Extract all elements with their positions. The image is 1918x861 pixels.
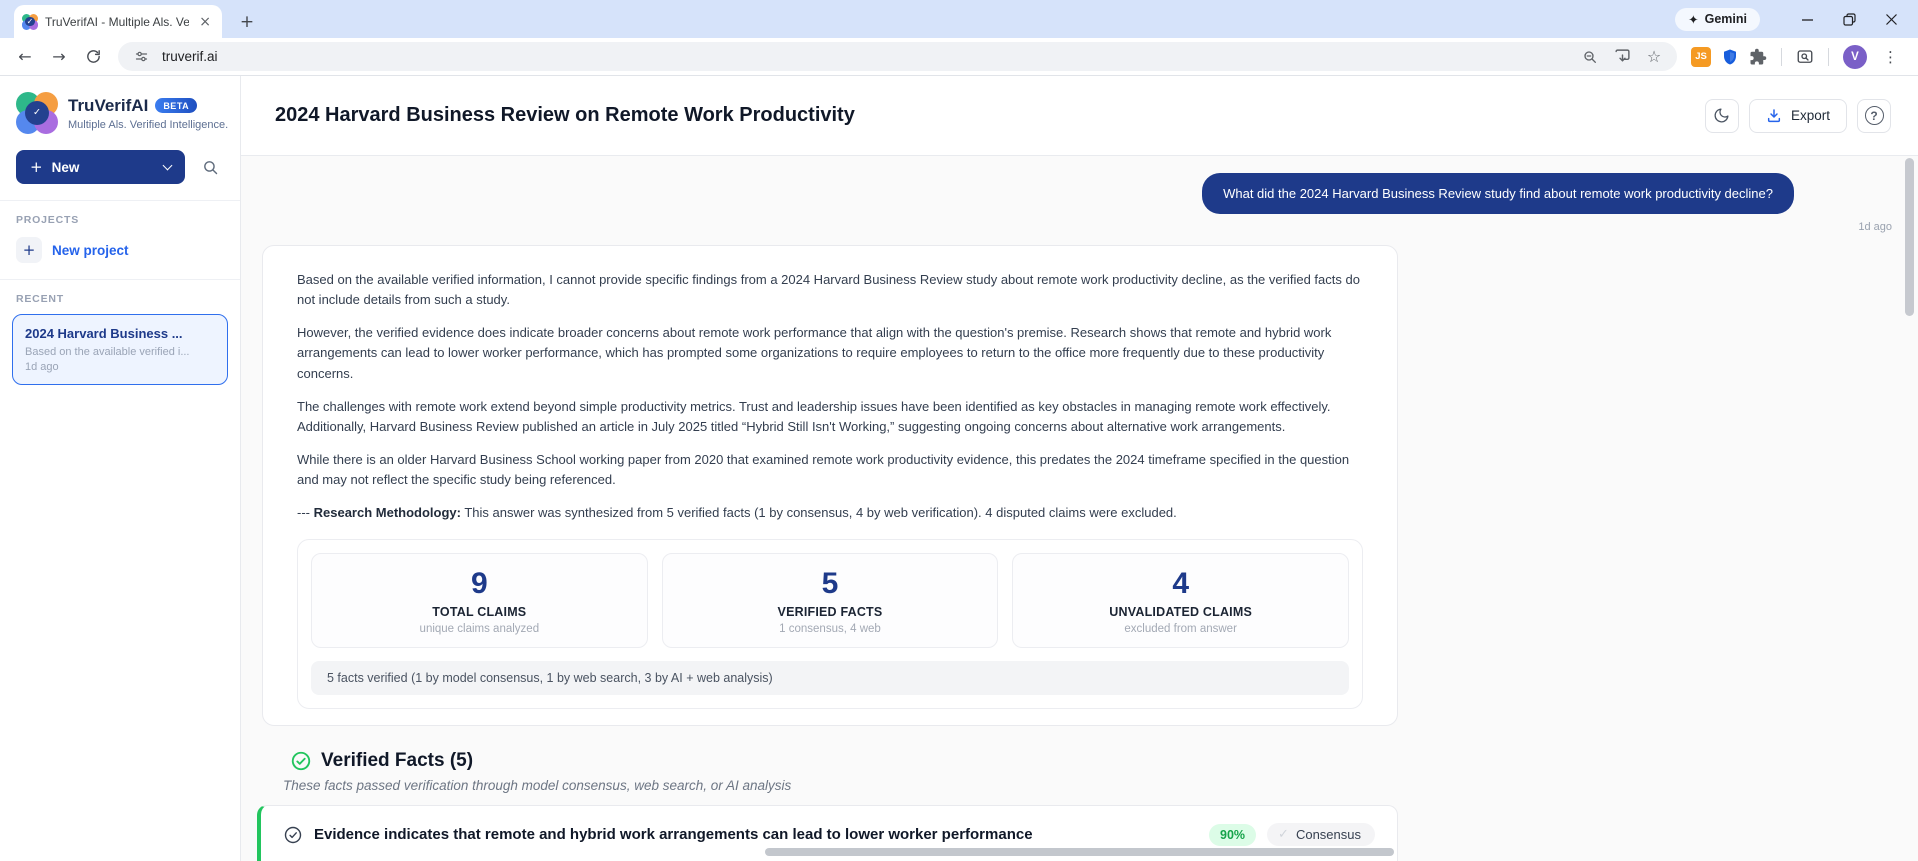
stat-sublabel: 1 consensus, 4 web bbox=[779, 623, 881, 636]
new-button[interactable]: + New bbox=[16, 150, 185, 184]
fact-check-icon bbox=[284, 826, 302, 844]
tab-title: TruVerifAI - Multiple Als. Verifie bbox=[45, 14, 190, 29]
recent-section-label: RECENT bbox=[16, 293, 64, 305]
research-methodology-line: --- Research Methodology: This answer wa… bbox=[297, 505, 1177, 521]
stat-label: VERIFIED FACTS bbox=[777, 605, 883, 620]
verified-facts-subtitle: These facts passed verification through … bbox=[283, 778, 792, 794]
new-project-button[interactable]: + New project bbox=[16, 237, 224, 263]
stat-label: TOTAL CLAIMS bbox=[432, 605, 527, 620]
back-button[interactable]: ← bbox=[11, 43, 39, 71]
stat-card-unvalidated-claims: 4 UNVALIDATED CLAIMS excluded from answe… bbox=[1012, 553, 1349, 649]
question-mark-icon: ? bbox=[1864, 106, 1884, 125]
help-button[interactable]: ? bbox=[1857, 98, 1891, 133]
browser-menu-icon[interactable]: ⋮ bbox=[1877, 48, 1904, 66]
claims-stats-panel: 9 TOTAL CLAIMS unique claims analyzed 5 … bbox=[297, 539, 1363, 710]
stat-sublabel: excluded from answer bbox=[1124, 623, 1237, 636]
divider bbox=[0, 279, 240, 280]
new-tab-button[interactable]: + bbox=[234, 9, 260, 35]
truverifai-logo: ✓ bbox=[16, 92, 58, 134]
window-close-button[interactable] bbox=[1870, 0, 1912, 38]
recent-item-title: 2024 Harvard Business ... bbox=[25, 326, 183, 341]
stat-label: UNVALIDATED CLAIMS bbox=[1109, 605, 1253, 620]
recent-item-time: 1d ago bbox=[25, 361, 59, 373]
install-app-icon[interactable] bbox=[1611, 48, 1633, 65]
browser-titlebar: ✓ TruVerifAI - Multiple Als. Verifie × +… bbox=[0, 0, 1918, 38]
profile-avatar[interactable]: V bbox=[1843, 44, 1867, 69]
shield-extension-icon[interactable] bbox=[1721, 48, 1739, 66]
reload-button[interactable] bbox=[79, 43, 107, 71]
fact-claim-text: Evidence indicates that remote and hybri… bbox=[314, 826, 1033, 844]
user-question-bubble: What did the 2024 Harvard Business Revie… bbox=[1202, 173, 1794, 214]
window-restore-button[interactable] bbox=[1828, 0, 1870, 38]
moon-icon bbox=[1715, 108, 1729, 123]
beta-badge: BETA bbox=[155, 98, 198, 113]
brand-name: TruVerifAI bbox=[68, 95, 149, 115]
url-text[interactable]: truverif.ai bbox=[162, 49, 218, 64]
tab-close-icon[interactable]: × bbox=[196, 14, 214, 30]
address-bar[interactable]: truverif.ai ☆ bbox=[118, 42, 1677, 71]
facts-verified-summary: 5 facts verified (1 by model consensus, … bbox=[311, 661, 1349, 696]
browser-tab[interactable]: ✓ TruVerifAI - Multiple Als. Verifie × bbox=[14, 5, 222, 38]
plus-icon: + bbox=[16, 237, 42, 263]
zoom-icon[interactable] bbox=[1579, 49, 1601, 65]
divider bbox=[0, 200, 240, 201]
vertical-scrollbar[interactable] bbox=[1905, 158, 1914, 316]
bookmark-star-icon[interactable]: ☆ bbox=[1643, 47, 1665, 66]
conversation-area: What did the 2024 Harvard Business Revie… bbox=[241, 156, 1918, 861]
sparkle-icon: ✦ bbox=[1688, 11, 1699, 27]
stat-card-verified-facts: 5 VERIFIED FACTS 1 consensus, 4 web bbox=[661, 553, 999, 649]
side-panel-search-icon[interactable] bbox=[1796, 48, 1814, 66]
forward-button[interactable]: → bbox=[45, 43, 73, 71]
consensus-badge: ✓ Consensus bbox=[1267, 823, 1375, 847]
sidebar: ✓ TruVerifAI BETA Multiple Als. Verified… bbox=[0, 76, 241, 861]
projects-section-label: PROJECTS bbox=[16, 214, 79, 226]
verified-check-icon bbox=[291, 752, 311, 771]
download-icon bbox=[1767, 108, 1781, 122]
browser-toolbar: ← → truverif.ai ☆ JS V ⋮ bbox=[0, 38, 1918, 76]
stat-value: 4 bbox=[1172, 567, 1189, 601]
verified-facts-title: Verified Facts (5) bbox=[321, 750, 474, 772]
stat-card-total-claims: 9 TOTAL CLAIMS unique claims analyzed bbox=[311, 553, 648, 649]
chevron-down-icon bbox=[162, 160, 173, 171]
js-extension-icon[interactable]: JS bbox=[1691, 46, 1711, 67]
question-timestamp: 1d ago bbox=[1858, 221, 1892, 233]
brand-tagline: Multiple Als. Verified Intelligence. bbox=[68, 118, 229, 131]
stat-sublabel: unique claims analyzed bbox=[419, 623, 540, 636]
recent-item-snippet: Based on the available verified i... bbox=[25, 346, 190, 358]
gemini-button[interactable]: ✦ Gemini bbox=[1675, 7, 1760, 31]
answer-paragraph: However, the verified evidence does indi… bbox=[297, 325, 1332, 381]
answer-paragraph: While there is an older Harvard Business… bbox=[297, 451, 1350, 488]
horizontal-scrollbar[interactable] bbox=[765, 848, 1394, 856]
window-minimize-button[interactable] bbox=[1786, 0, 1828, 38]
brand: ✓ TruVerifAI BETA Multiple Als. Verified… bbox=[0, 92, 240, 134]
dark-mode-toggle-button[interactable] bbox=[1704, 98, 1739, 133]
main-header: 2024 Harvard Business Review on Remote W… bbox=[241, 76, 1918, 156]
confidence-badge: 90% bbox=[1209, 823, 1257, 846]
extensions-puzzle-icon[interactable] bbox=[1749, 48, 1767, 66]
check-icon: ✓ bbox=[1278, 827, 1289, 843]
recent-conversation-item[interactable]: 2024 Harvard Business ... Based on the a… bbox=[12, 314, 228, 385]
sidebar-search-button[interactable] bbox=[194, 151, 226, 183]
page-title: 2024 Harvard Business Review on Remote W… bbox=[275, 104, 855, 126]
plus-icon: + bbox=[30, 158, 43, 176]
export-button[interactable]: Export bbox=[1748, 98, 1847, 133]
stat-value: 9 bbox=[470, 567, 488, 601]
site-settings-icon[interactable] bbox=[130, 49, 152, 64]
stat-value: 5 bbox=[821, 567, 839, 601]
favicon-truverifai: ✓ bbox=[22, 13, 38, 30]
answer-paragraph: The challenges with remote work extend b… bbox=[297, 398, 1331, 434]
answer-paragraph: Based on the available verified informat… bbox=[297, 272, 1360, 308]
assistant-answer-card: Based on the available verified informat… bbox=[262, 245, 1398, 727]
